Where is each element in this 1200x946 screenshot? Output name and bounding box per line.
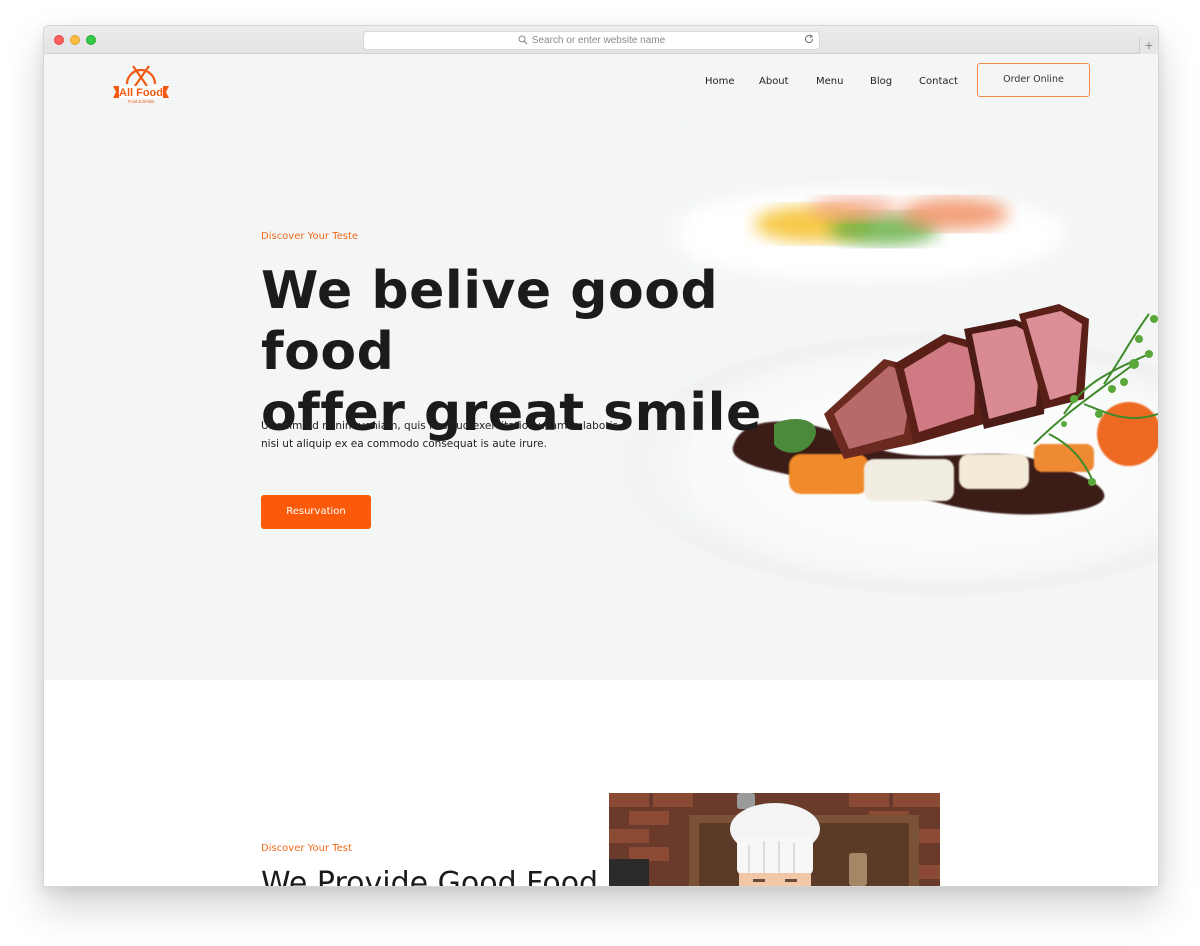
reservation-button[interactable]: Resurvation [261, 495, 371, 529]
order-online-button[interactable]: Order Online [977, 63, 1090, 97]
logo-subtext: Food & Drinks [128, 99, 155, 104]
reload-icon[interactable] [803, 33, 815, 45]
about-eyebrow: Discover Your Test [261, 843, 352, 854]
maximize-window-button[interactable] [86, 35, 96, 45]
hero-description: Ut enim ad minim veniam, quis nostrud ex… [261, 420, 618, 450]
hero-section: All Food Food & Drinks Home About Menu B… [44, 54, 1158, 680]
all-food-logo[interactable]: All Food Food & Drinks [109, 62, 173, 104]
nav-contact[interactable]: Contact [919, 76, 958, 87]
nav-blog[interactable]: Blog [870, 76, 892, 87]
address-bar-placeholder: Search or enter website name [531, 35, 666, 46]
browser-titlebar: Search or enter website name + [44, 26, 1158, 56]
about-title: We Provide Good Food [261, 866, 599, 886]
chef-image [609, 793, 940, 886]
hero-eyebrow: Discover Your Teste [261, 231, 359, 242]
address-bar[interactable]: Search or enter website name [363, 31, 820, 50]
browser-window: Search or enter website name + All Food … [43, 25, 1159, 887]
webpage: All Food Food & Drinks Home About Menu B… [44, 54, 1158, 886]
logo-text: All Food [119, 87, 163, 99]
nav-home[interactable]: Home [705, 76, 735, 87]
minimize-window-button[interactable] [70, 35, 80, 45]
hero-title-line-1: We belive good food [261, 261, 719, 382]
search-icon [518, 35, 528, 45]
nav-about[interactable]: About [759, 76, 789, 87]
close-window-button[interactable] [54, 35, 64, 45]
nav-menu[interactable]: Menu [816, 76, 843, 87]
